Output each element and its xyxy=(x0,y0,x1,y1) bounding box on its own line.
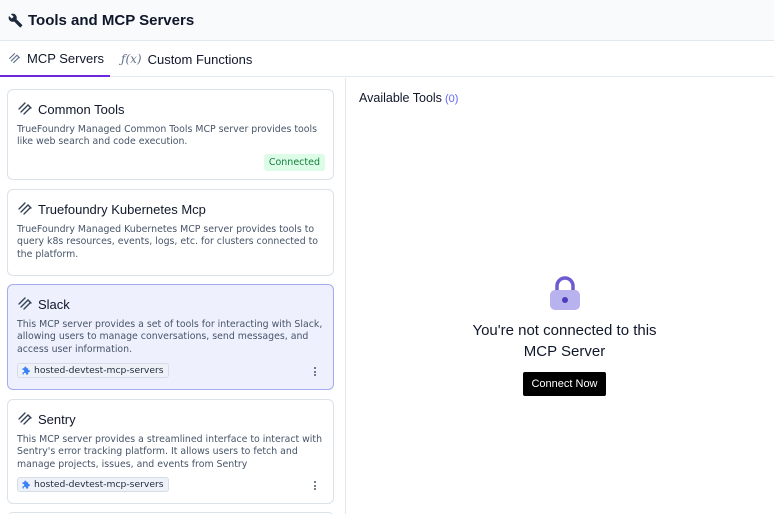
server-description: This MCP server provides a streamlined i… xyxy=(17,434,323,470)
server-list[interactable]: Common Tools TrueFoundry Managed Common … xyxy=(0,78,346,514)
server-card-sentry[interactable]: Sentry This MCP server provides a stream… xyxy=(7,399,334,504)
workspace-tag[interactable]: hosted-devtest-mcp-servers xyxy=(17,363,169,378)
tools-panel: Available Tools (0) You're not connected … xyxy=(347,78,774,514)
server-description: This MCP server provides a set of tools … xyxy=(17,319,323,355)
tab-custom-functions[interactable]: ƒ(x) Custom Functions xyxy=(121,41,252,77)
server-card-kubernetes[interactable]: Truefoundry Kubernetes Mcp TrueFoundry M… xyxy=(7,189,334,276)
page-title: Tools and MCP Servers xyxy=(28,11,195,29)
server-title: Truefoundry Kubernetes Mcp xyxy=(38,201,206,217)
fx-icon: ƒ(x) xyxy=(121,52,142,66)
lock-icon xyxy=(548,275,582,311)
tab-label: MCP Servers xyxy=(27,50,105,66)
tag-label: hosted-devtest-mcp-servers xyxy=(34,365,164,376)
server-card-slack[interactable]: Slack This MCP server provides a set of … xyxy=(7,284,334,390)
wrench-icon xyxy=(8,13,23,28)
page-header: Tools and MCP Servers xyxy=(0,0,774,41)
server-description: TrueFoundry Managed Kubernetes MCP serve… xyxy=(17,224,319,260)
mcp-icon xyxy=(17,101,33,117)
server-description: TrueFoundry Managed Common Tools MCP ser… xyxy=(17,124,317,148)
more-options-icon[interactable] xyxy=(313,367,317,376)
not-connected-message: You're not connected to this MCP Server xyxy=(472,322,657,360)
server-title: Sentry xyxy=(38,411,76,427)
tab-label: Custom Functions xyxy=(147,51,253,67)
mcp-icon xyxy=(17,411,33,427)
server-card-common-tools[interactable]: Common Tools TrueFoundry Managed Common … xyxy=(7,89,334,180)
connect-now-button[interactable]: Connect Now xyxy=(523,372,606,396)
mcp-icon xyxy=(17,201,33,217)
available-tools-label: Available Tools xyxy=(359,91,442,105)
available-tools-heading: Available Tools (0) xyxy=(359,91,458,105)
tag-label: hosted-devtest-mcp-servers xyxy=(34,479,164,490)
puzzle-icon xyxy=(22,366,31,375)
mcp-icon xyxy=(17,296,33,312)
puzzle-icon xyxy=(22,480,31,489)
available-tools-count: (0) xyxy=(444,93,459,105)
tab-bar: MCP Servers ƒ(x) Custom Functions xyxy=(0,41,774,77)
status-badge: Connected xyxy=(263,154,325,171)
more-options-icon[interactable] xyxy=(313,481,317,490)
server-title: Common Tools xyxy=(38,101,125,117)
empty-state: You're not connected to this MCP Server … xyxy=(347,275,774,396)
mcp-icon xyxy=(8,52,21,65)
tab-mcp-servers[interactable]: MCP Servers xyxy=(0,41,110,77)
workspace-tag[interactable]: hosted-devtest-mcp-servers xyxy=(17,477,169,492)
server-title: Slack xyxy=(38,296,70,312)
